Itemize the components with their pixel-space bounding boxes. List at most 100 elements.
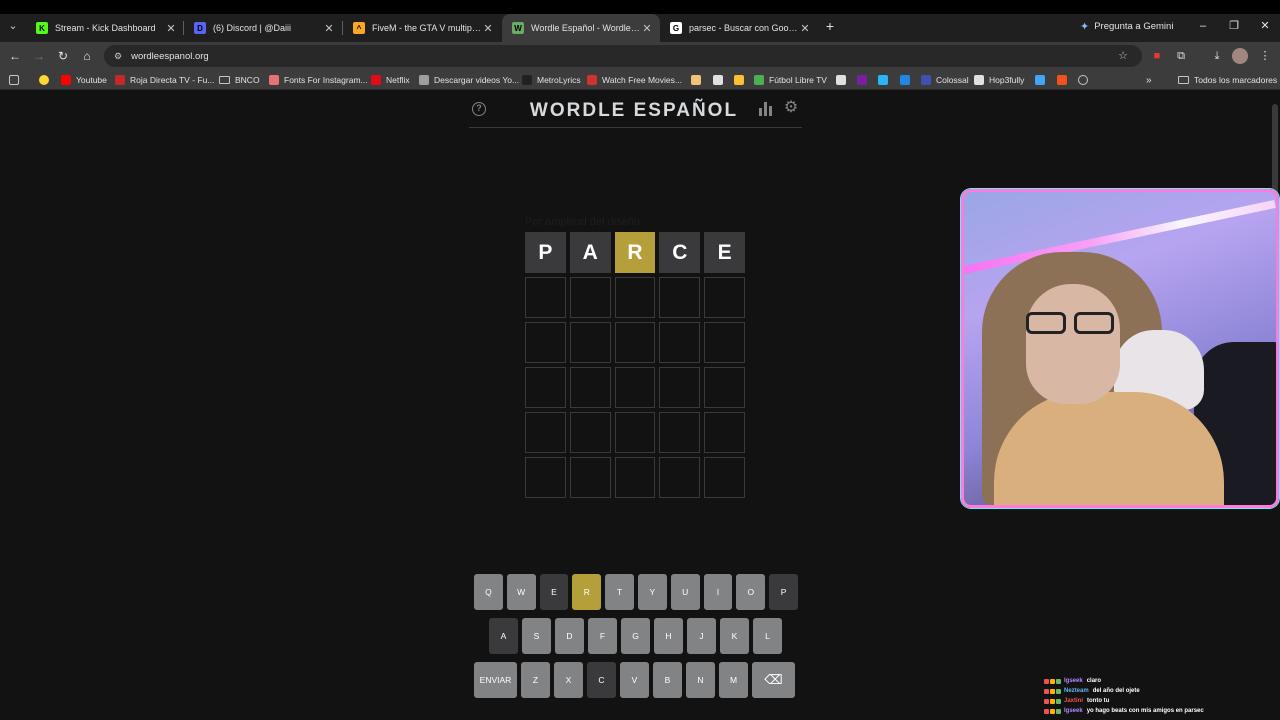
bookmark-item[interactable]: Roja Directa TV - Fu... [115,73,214,87]
bookmark-item[interactable]: Hop3fully [974,73,1024,87]
board-tile [704,412,745,453]
bookmark-icon[interactable] [900,75,910,85]
menu-kebab-icon[interactable]: ⋮ [1257,48,1273,64]
emoji-bookmark-icon[interactable] [39,75,49,85]
backspace-icon[interactable]: ⌫ [752,662,795,698]
bookmark-item[interactable]: Fonts For Instagram... [269,73,368,87]
key-b[interactable]: B [653,662,682,698]
forward-arrow-icon[interactable]: → [30,47,48,65]
help-icon[interactable]: ? [472,102,486,116]
bookmark-item[interactable]: Netflix [371,73,410,87]
key-v[interactable]: V [620,662,649,698]
new-tab-button[interactable]: + [822,18,838,34]
bookmark-icon[interactable] [734,75,744,85]
bookmark-label: Fonts For Instagram... [284,75,368,85]
chat-text: del año del ojete [1092,688,1140,694]
bookmark-icon[interactable] [1057,75,1067,85]
back-arrow-icon[interactable]: ← [6,47,24,65]
browser-tab[interactable]: D (6) Discord | @Daiii ✕ [184,14,342,42]
tab-close-icon[interactable]: ✕ [640,22,654,35]
board-tile [659,457,701,498]
key-s[interactable]: S [522,618,551,654]
key-h[interactable]: H [654,618,683,654]
extension-icon[interactable]: ■ [1149,48,1165,64]
chat-message: Nezteam del año del ojete [1044,686,1274,696]
reload-icon[interactable]: ↻ [54,47,72,65]
bookmark-item[interactable]: BNCO [219,73,260,87]
key-c[interactable]: C [587,662,616,698]
minimize-icon[interactable]: – [1194,17,1212,35]
bookmark-item[interactable]: Youtube [61,73,107,87]
board-tile [569,367,611,408]
home-icon[interactable]: ⌂ [78,47,96,65]
close-window-icon[interactable]: ✕ [1256,17,1274,35]
key-i[interactable]: I [703,574,733,610]
site-info-icon[interactable]: ⚙ [114,51,122,62]
key-f[interactable]: F [588,618,617,654]
enter-key-button[interactable]: ENVIAR [474,662,517,698]
chat-badges-icon [1044,708,1061,714]
board-tile [704,322,745,363]
bookmark-icon[interactable] [878,75,888,85]
tab-close-icon[interactable]: ✕ [322,22,336,35]
bookmark-icon[interactable] [691,75,701,85]
address-bar[interactable]: ⚙ wordleespanol.org ☆ [104,45,1142,67]
key-m[interactable]: M [719,662,748,698]
bookmark-item[interactable]: Colossal [921,73,969,87]
key-k[interactable]: K [720,618,749,654]
board-tile [659,322,701,363]
key-g[interactable]: G [621,618,650,654]
key-o[interactable]: O [736,574,766,610]
bookmark-item[interactable]: Watch Free Movies... [587,73,682,87]
browser-tab[interactable]: Gparsec - Buscar con Google ✕ [660,14,818,42]
apps-grid-icon[interactable] [9,75,19,85]
key-x[interactable]: X [554,662,583,698]
tab-close-icon[interactable]: ✕ [798,22,812,35]
profile-avatar[interactable] [1232,48,1248,64]
key-y[interactable]: Y [637,574,667,610]
keyboard-row: ENVIAR Z X C V B N M ⌫ [474,662,798,698]
browser-tab[interactable]: ^ FiveM - the GTA V multiplayer m✕ [343,14,501,42]
tab-search-chevron-icon[interactable]: ⌄ [4,17,22,35]
gemini-button[interactable]: ✦ Pregunta a Gemini [1080,17,1173,35]
bookmark-icon[interactable] [1078,75,1088,85]
key-w[interactable]: W [506,574,536,610]
key-n[interactable]: N [686,662,715,698]
tab-close-icon[interactable]: ✕ [481,22,495,35]
board-tile: R [614,232,656,273]
all-bookmarks-folder[interactable]: Todos los marcadores [1178,73,1277,87]
bookmark-icon[interactable] [836,75,846,85]
bookmark-icon[interactable] [713,75,723,85]
browser-tab[interactable]: W Wordle Español - Wordle ilimita✕ [502,14,660,42]
board-tile [659,367,701,408]
board-tile: C [659,232,701,273]
key-t[interactable]: T [605,574,634,610]
restore-icon[interactable]: ❐ [1225,17,1243,35]
key-u[interactable]: U [670,574,700,610]
key-j[interactable]: J [687,618,716,654]
key-r[interactable]: R [572,574,602,610]
bookmark-label: Colossal [936,75,969,85]
key-z[interactable]: Z [521,662,550,698]
bookmark-item[interactable]: MetroLyrics [522,73,581,87]
bookmark-item[interactable]: Fútbol Libre TV [754,73,827,87]
more-bookmarks-chevron-icon[interactable]: » [1146,73,1152,87]
gear-icon[interactable]: ⚙ [782,99,800,117]
streamer-hoodie [994,392,1224,505]
key-a[interactable]: A [489,618,518,654]
browser-tab[interactable]: K Stream - Kick Dashboard ✕ [26,14,184,42]
bookmark-item[interactable]: Descargar videos Yo... [419,73,519,87]
bookmark-icon[interactable] [857,75,867,85]
tab-favicon-icon: D [194,22,206,34]
stats-chart-icon[interactable] [759,102,773,116]
extensions-puzzle-icon[interactable]: ⧉ [1173,48,1189,64]
key-l[interactable]: L [753,618,782,654]
key-q[interactable]: Q [474,574,503,610]
download-icon[interactable]: ⤓ [1209,48,1225,64]
bookmark-star-icon[interactable]: ☆ [1118,49,1128,62]
key-p[interactable]: P [769,574,798,610]
tab-close-icon[interactable]: ✕ [164,22,178,35]
key-e[interactable]: E [539,574,569,610]
bookmark-icon[interactable] [1035,75,1045,85]
key-d[interactable]: D [555,618,584,654]
